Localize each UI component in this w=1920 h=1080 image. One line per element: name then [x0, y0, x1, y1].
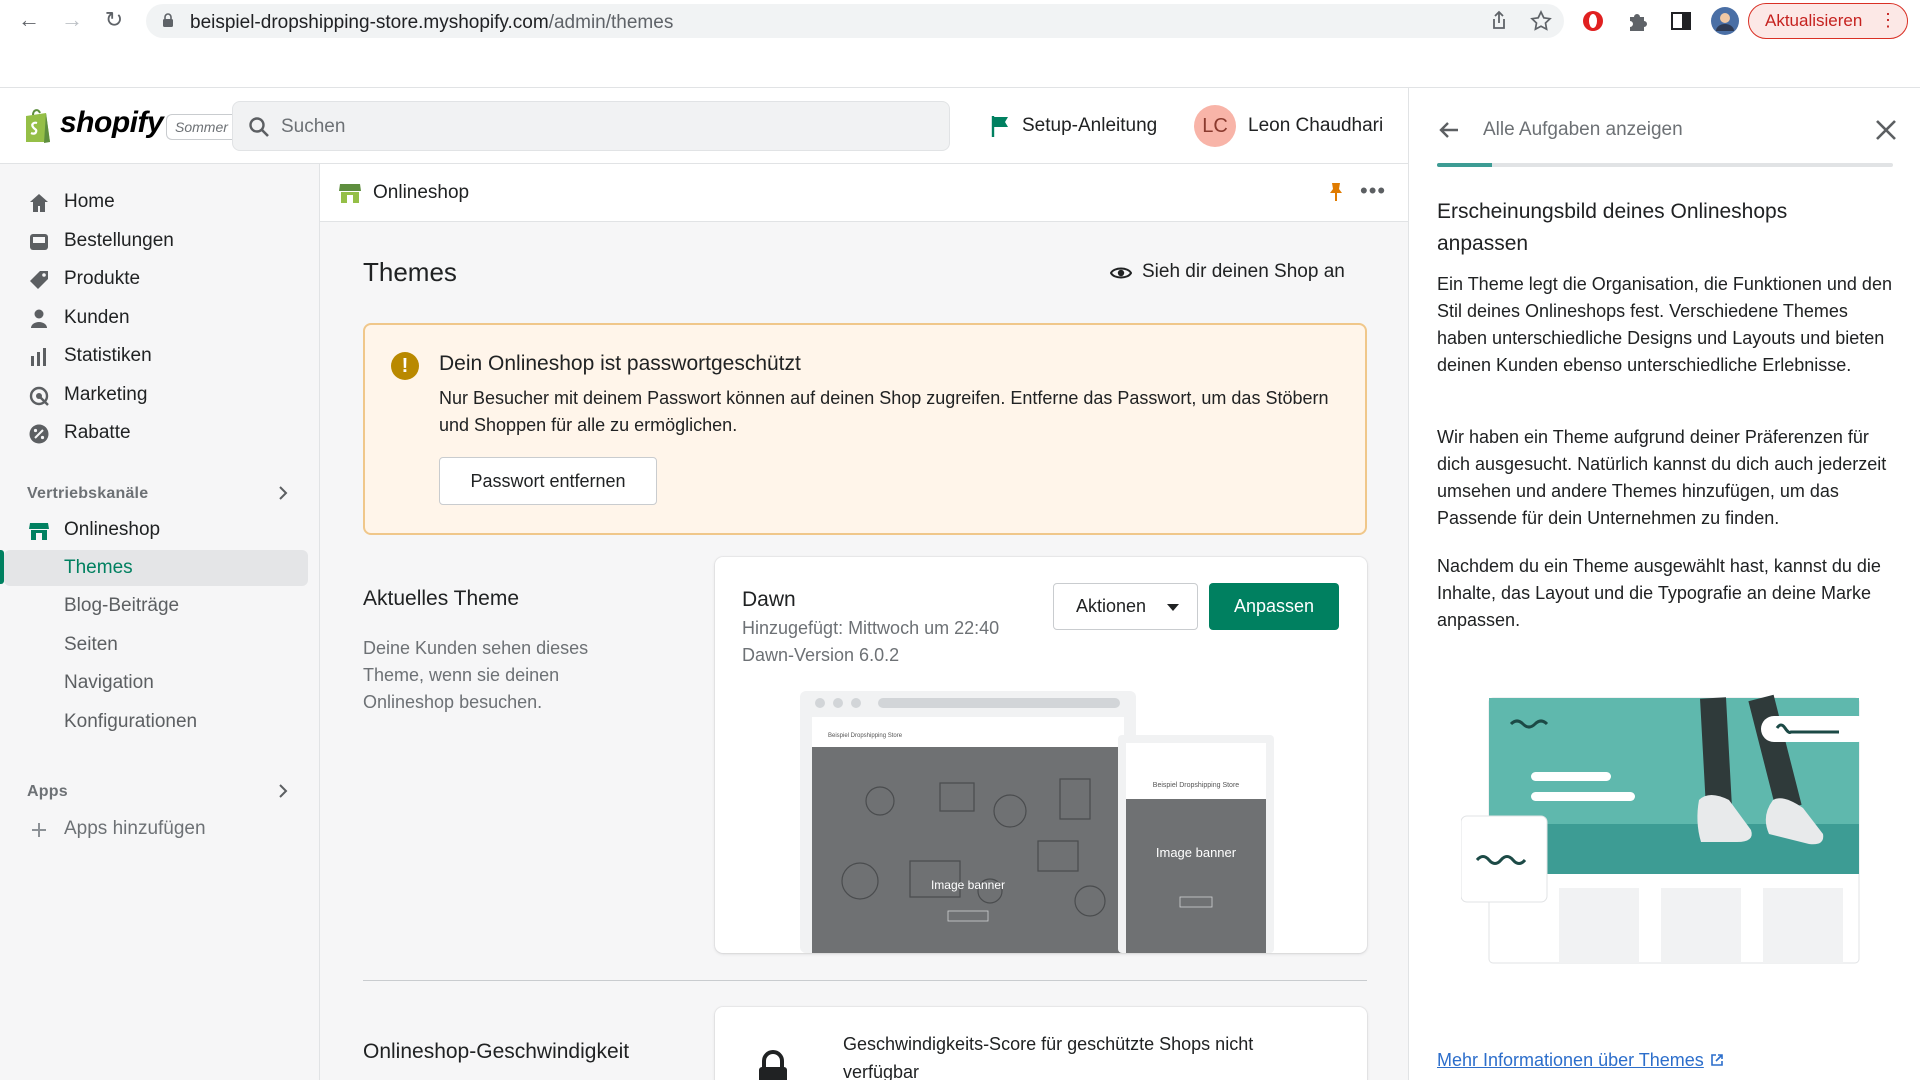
bar-chart-icon [31, 348, 46, 366]
sidebar-item-orders[interactable]: Bestellungen [0, 223, 320, 259]
sidebar-item-online-store[interactable]: Onlineshop [0, 512, 320, 548]
sidebar-item-products[interactable]: Produkte [0, 261, 320, 297]
shopify-topbar: shopify Sommer Suchen Setup-Anleitung LC… [0, 88, 1408, 164]
sidebar-item-customers[interactable]: Kunden [0, 300, 320, 336]
chevron-right-icon[interactable] [276, 782, 290, 800]
sidebar-item-marketing[interactable]: Marketing [0, 377, 320, 413]
back-arrow-icon[interactable]: ← [17, 8, 41, 32]
shopify-wordmark[interactable]: shopify [60, 106, 164, 140]
url-text: beispiel-dropshipping-store.myshopify.co… [190, 12, 674, 33]
home-icon [30, 194, 48, 212]
banner-text: Nur Besucher mit deinem Passwort können … [439, 388, 1329, 435]
caret-down-icon [1167, 604, 1179, 611]
svg-text:Image banner: Image banner [931, 878, 1005, 892]
channel-header: Onlineshop ••• [320, 164, 1408, 222]
storefront-icon [339, 184, 361, 203]
setup-guide-label: Setup-Anleitung [1022, 115, 1158, 136]
external-link-icon [1711, 1054, 1723, 1066]
shopify-bag-logo-icon[interactable] [22, 106, 54, 144]
update-browser-button[interactable]: Aktualisieren ⋮ [1748, 3, 1908, 39]
store-speed-text: Geschwindigkeits-Score für geschützte Sh… [843, 1034, 1254, 1080]
sidebar-item-home[interactable]: Home [0, 184, 320, 220]
svg-text:Beispiel Dropshipping Store: Beispiel Dropshipping Store [828, 733, 903, 739]
search-input[interactable]: Suchen [232, 101, 950, 151]
close-icon[interactable] [1873, 117, 1899, 143]
sidebar-subitem-navigation[interactable]: Navigation [0, 665, 320, 701]
flag-icon [991, 116, 1008, 137]
orders-icon [30, 234, 48, 250]
sales-channels-heading: Vertriebskanäle [27, 485, 149, 502]
storefront-icon [29, 523, 49, 540]
eye-icon [1110, 267, 1132, 279]
theme-name: Dawn [742, 588, 796, 611]
current-theme-description: Deine Kunden sehen dieses Theme, wenn si… [363, 638, 589, 712]
discount-icon [29, 424, 49, 444]
sidebar-subitem-themes[interactable]: Themes [4, 550, 308, 586]
svg-text:Beispiel Dropshipping Store: Beispiel Dropshipping Store [1153, 782, 1239, 789]
app-root: ← → ↻ beispiel-dropshipping-store.myshop… [0, 0, 1920, 1080]
theme-preview-image[interactable]: Beispiel Dropshipping Store Image banner… [800, 691, 1280, 953]
view-all-tasks-link[interactable]: Alle Aufgaben anzeigen [1483, 119, 1683, 141]
svg-text:Image banner: Image banner [1156, 845, 1237, 860]
channel-title: Onlineshop [373, 182, 470, 203]
customize-theme-button[interactable]: Anpassen [1209, 583, 1339, 630]
browser-chrome: ← → ↻ beispiel-dropshipping-store.myshop… [0, 0, 1920, 88]
search-icon [249, 117, 269, 137]
tag-icon [30, 271, 48, 289]
section-divider [363, 980, 1367, 981]
theme-illustration [1461, 694, 1871, 964]
target-icon [29, 386, 49, 406]
side-panel-icon[interactable] [1668, 8, 1694, 34]
share-icon[interactable] [1486, 8, 1512, 34]
theme-actions-dropdown[interactable]: Aktionen [1053, 583, 1198, 630]
forward-arrow-icon[interactable]: → [60, 8, 84, 32]
apps-heading: Apps [27, 783, 68, 800]
theme-version: Dawn-Version 6.0.2 [742, 645, 900, 665]
bookmark-star-icon[interactable] [1528, 8, 1554, 34]
password-warning-banner: ! Dein Onlineshop ist passwortgeschützt … [363, 323, 1367, 535]
back-arrow-icon[interactable] [1437, 118, 1461, 142]
puzzle-extensions-icon[interactable] [1624, 8, 1650, 34]
lock-icon [163, 13, 173, 27]
sidebar-subitem-blog-posts[interactable]: Blog-Beiträge [0, 588, 320, 624]
sidebar-item-discounts[interactable]: Rabatte [0, 415, 320, 451]
current-theme-heading: Aktuelles Theme [363, 587, 520, 610]
reload-icon[interactable]: ↻ [102, 8, 126, 32]
chevron-right-icon[interactable] [276, 484, 290, 502]
remove-password-button[interactable]: Passwort entfernen [439, 457, 657, 505]
search-placeholder: Suchen [281, 116, 346, 137]
store-badge: Sommer [166, 114, 236, 140]
person-icon [31, 309, 47, 328]
panel-paragraph: Ein Theme legt die Organisation, die Fun… [1437, 274, 1892, 375]
main-content: Onlineshop ••• Themes Sieh dir deinen Sh… [320, 164, 1408, 1080]
opera-extension-icon[interactable] [1580, 8, 1606, 34]
panel-paragraph: Wir haben ein Theme aufgrund deiner Präf… [1437, 427, 1887, 528]
pin-icon[interactable] [1328, 182, 1344, 202]
sidebar-item-analytics[interactable]: Statistiken [0, 338, 320, 374]
store-speed-heading: Onlineshop-Geschwindigkeit [363, 1040, 630, 1063]
plus-icon [32, 823, 46, 837]
setup-guide-panel: Alle Aufgaben anzeigen Erscheinungsbild … [1408, 88, 1920, 1080]
lock-icon [759, 1050, 787, 1080]
warning-icon: ! [391, 352, 419, 380]
address-bar[interactable]: beispiel-dropshipping-store.myshopify.co… [146, 4, 1564, 38]
panel-title: Erscheinungsbild deines Onlineshops anpa… [1437, 200, 1788, 255]
sidebar-item-add-apps[interactable]: Apps hinzufügen [0, 811, 320, 847]
page-title: Themes [363, 257, 457, 287]
task-progress-fill [1437, 163, 1492, 167]
more-options-icon[interactable]: ••• [1360, 178, 1386, 204]
profile-avatar-icon[interactable] [1710, 6, 1740, 36]
user-avatar[interactable]: LC [1194, 105, 1236, 147]
store-speed-card: Geschwindigkeits-Score für geschützte Sh… [715, 1007, 1367, 1080]
task-progress-bar [1437, 163, 1893, 167]
user-name[interactable]: Leon Chaudhari [1248, 115, 1383, 137]
sidebar: Home Bestellungen Produkte Kunden Statis… [0, 164, 320, 1080]
sidebar-subitem-pages[interactable]: Seiten [0, 627, 320, 663]
panel-paragraph: Nachdem du ein Theme ausgewählt hast, ka… [1437, 556, 1881, 630]
current-theme-card: Dawn Hinzugefügt: Mittwoch um 22:40 Dawn… [715, 557, 1367, 953]
sidebar-subitem-preferences[interactable]: Konfigurationen [0, 704, 320, 740]
theme-added-date: Hinzugefügt: Mittwoch um 22:40 [742, 618, 1000, 638]
more-info-themes-link[interactable]: Mehr Informationen über Themes [1437, 1050, 1724, 1071]
banner-title: Dein Onlineshop ist passwortgeschützt [439, 352, 801, 375]
